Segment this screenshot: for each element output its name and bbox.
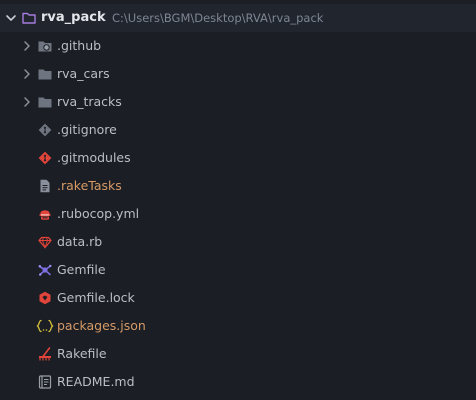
tree-item-github[interactable]: .github [0,32,476,60]
tree-item-rva-cars[interactable]: rva_cars [0,60,476,88]
tree-item-gitignore[interactable]: .gitignore [0,116,476,144]
git-red-icon [38,151,52,165]
tree-item-rva-tracks[interactable]: rva_tracks [0,88,476,116]
chevron-down-icon[interactable] [5,12,17,24]
tree-item-label: Rakefile [57,346,107,361]
tree-item-label: .github [57,38,102,53]
github-folder-icon [38,41,52,52]
bundler-icon [38,264,52,276]
tree-item-label: Gemfile [57,262,106,277]
tree-item-gitmodules[interactable]: .gitmodules [0,144,476,172]
ruby-icon [38,236,52,249]
tree-item-readme[interactable]: README.md [0,368,476,396]
file-explorer: rva_pack C:\Users\BGM\Desktop\RVA\rva_pa… [0,0,476,400]
tree-item-label: README.md [57,374,135,389]
tree-item-label: rva_tracks [57,94,122,109]
tree-item-label: .gitmodules [57,150,131,165]
root-folder-row[interactable]: rva_pack C:\Users\BGM\Desktop\RVA\rva_pa… [0,4,476,32]
tree-item-packages-json[interactable]: packages.json [0,312,476,340]
document-icon [40,179,50,193]
folder-icon [38,97,52,108]
readme-icon [38,375,52,389]
git-icon [38,123,52,137]
tree-item-label: packages.json [57,318,146,333]
chevron-right-icon[interactable] [22,96,32,108]
gem-lock-icon [39,291,51,305]
rake-icon [39,347,51,361]
chevron-right-icon[interactable] [22,68,32,80]
folder-icon [38,69,52,80]
tree-item-gemfile-lock[interactable]: Gemfile.lock [0,284,476,312]
tree-item-label: data.rb [57,234,103,249]
tree-item-label: .gitignore [57,122,117,137]
tree-item-rakefile[interactable]: Rakefile [0,340,476,368]
tree-item-label: .rakeTasks [57,178,122,193]
tree-item-label: .rubocop.yml [57,206,140,221]
tree-item-gemfile[interactable]: Gemfile [0,256,476,284]
tree-item-raketasks[interactable]: .rakeTasks [0,172,476,200]
json-icon [36,319,54,333]
tree-item-rubocop[interactable]: .rubocop.yml [0,200,476,228]
tree-item-label: rva_cars [57,66,110,81]
tree-item-data-rb[interactable]: data.rb [0,228,476,256]
rubocop-icon [39,210,51,220]
tree-item-label: Gemfile.lock [57,290,135,305]
root-folder-name: rva_pack [41,10,106,25]
folder-open-icon [22,12,36,24]
chevron-right-icon[interactable] [22,40,32,52]
root-folder-path: C:\Users\BGM\Desktop\RVA\rva_pack [112,11,324,25]
